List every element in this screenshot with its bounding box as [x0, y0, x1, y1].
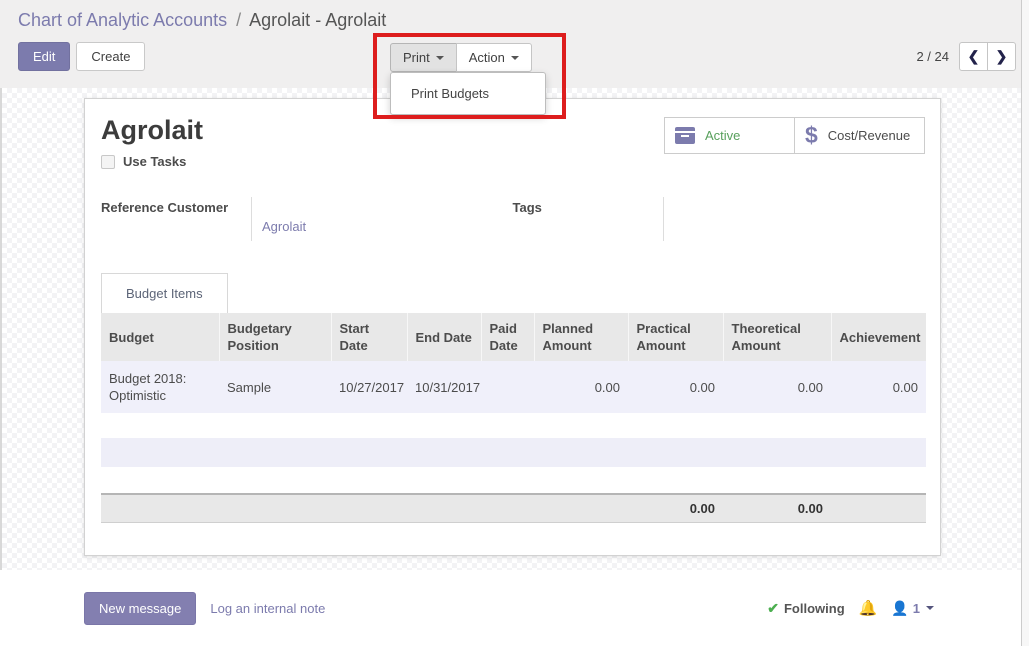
print-dropdown-button[interactable]: Print: [390, 43, 457, 72]
empty-filler-row: [101, 467, 926, 492]
cell-theoretical-amount[interactable]: 0.00: [723, 361, 831, 413]
use-tasks-field: Use Tasks: [101, 154, 924, 169]
caret-down-icon: [511, 56, 519, 60]
control-panel: Chart of Analytic Accounts / Agrolait - …: [0, 0, 1029, 88]
table-footer: 0.00 0.00: [101, 493, 926, 523]
following-label: Following: [784, 601, 845, 616]
breadcrumb-current: Agrolait - Agrolait: [249, 10, 386, 30]
form-buttons: Edit Create: [18, 42, 145, 71]
empty-filler-row: [101, 438, 926, 467]
cell-budgetary-position[interactable]: Sample: [219, 361, 331, 413]
tags-value: [663, 197, 925, 241]
new-message-button[interactable]: New message: [84, 592, 196, 625]
bell-icon[interactable]: 🔔: [859, 599, 878, 617]
breadcrumb-separator: /: [232, 10, 245, 30]
col-header-practical-amount: Practical Amount: [628, 313, 723, 361]
table-row[interactable]: Budget 2018: Optimistic Sample 10/27/201…: [101, 361, 926, 413]
reference-customer-field: Reference Customer Agrolait: [101, 197, 513, 241]
cell-end-date[interactable]: 10/31/2017: [407, 361, 481, 413]
col-header-budget: Budget: [101, 313, 219, 361]
footer-sum-theoretical: 0.00: [723, 494, 831, 522]
scrollbar[interactable]: [1021, 0, 1029, 646]
following-toggle[interactable]: ✔ Following: [767, 600, 844, 617]
person-icon: 👤: [891, 600, 908, 617]
action-dropdown-label: Action: [469, 50, 505, 65]
notebook: Budget Items Budget Budgetary Position S…: [101, 273, 924, 523]
chevron-right-icon: ❯: [996, 48, 1008, 65]
breadcrumb-parent-link[interactable]: Chart of Analytic Accounts: [18, 10, 227, 30]
cell-start-date[interactable]: 10/27/2017: [331, 361, 407, 413]
reference-customer-label: Reference Customer: [101, 197, 251, 241]
cell-paid-date[interactable]: [481, 361, 534, 413]
action-dropdown-button[interactable]: Action: [456, 43, 532, 72]
reference-customer-link[interactable]: Agrolait: [262, 219, 306, 234]
cell-achievement[interactable]: 0.00: [831, 361, 926, 413]
follower-count: 1: [913, 601, 920, 616]
table-header-row: Budget Budgetary Position Start Date End…: [101, 313, 926, 361]
pager-next-button[interactable]: ❯: [987, 42, 1016, 71]
form-sheet: Active $ Cost/Revenue Agrolait Use Tasks…: [84, 98, 941, 556]
archive-icon: [675, 127, 695, 144]
tags-label: Tags: [513, 197, 663, 241]
tab-budget-items[interactable]: Budget Items: [101, 273, 228, 313]
print-dropdown-label: Print: [403, 50, 430, 65]
tags-field: Tags: [513, 197, 925, 241]
col-header-planned-amount: Planned Amount: [534, 313, 628, 361]
followers-dropdown[interactable]: 👤 1: [891, 600, 934, 617]
active-stat-label: Active: [705, 128, 740, 143]
footer-sum-practical: 0.00: [628, 494, 723, 522]
col-header-achievement: Achievement: [831, 313, 926, 361]
odoo-form-view: Chart of Analytic Accounts / Agrolait - …: [0, 0, 1029, 646]
chatter: New message Log an internal note ✔ Follo…: [0, 570, 1029, 646]
empty-filler-row: [101, 413, 926, 438]
caret-down-icon: [436, 56, 444, 60]
col-header-end-date: End Date: [407, 313, 481, 361]
cell-practical-amount[interactable]: 0.00: [628, 361, 723, 413]
use-tasks-checkbox[interactable]: [101, 155, 115, 169]
cost-revenue-stat-label: Cost/Revenue: [828, 128, 910, 143]
menu-item-print-budgets[interactable]: Print Budgets: [391, 78, 545, 109]
pager: 2 / 24 ❮ ❯: [916, 42, 1016, 71]
stat-buttons: Active $ Cost/Revenue: [664, 117, 925, 154]
use-tasks-label: Use Tasks: [123, 154, 186, 169]
cell-budget[interactable]: Budget 2018: Optimistic: [101, 361, 219, 413]
print-dropdown-menu: Print Budgets: [390, 72, 546, 115]
active-stat-button[interactable]: Active: [664, 117, 795, 154]
pager-previous-button[interactable]: ❮: [959, 42, 988, 71]
check-icon: ✔: [767, 600, 779, 617]
pager-value[interactable]: 2 / 24: [916, 49, 949, 64]
col-header-start-date: Start Date: [331, 313, 407, 361]
field-groups: Reference Customer Agrolait Tags: [101, 197, 924, 241]
col-header-theoretical-amount: Theoretical Amount: [723, 313, 831, 361]
breadcrumb: Chart of Analytic Accounts / Agrolait - …: [18, 10, 1011, 31]
col-header-paid-date: Paid Date: [481, 313, 534, 361]
budget-items-table: Budget Budgetary Position Start Date End…: [101, 313, 926, 492]
log-internal-note-link[interactable]: Log an internal note: [210, 601, 325, 616]
edit-button[interactable]: Edit: [18, 42, 70, 71]
cell-planned-amount[interactable]: 0.00: [534, 361, 628, 413]
form-content-area: Active $ Cost/Revenue Agrolait Use Tasks…: [0, 88, 1029, 570]
table-footer-row: 0.00 0.00: [101, 494, 926, 522]
chevron-left-icon: ❮: [968, 48, 980, 65]
caret-down-icon: [926, 606, 934, 610]
create-button[interactable]: Create: [76, 42, 145, 71]
cost-revenue-stat-button[interactable]: $ Cost/Revenue: [794, 117, 925, 154]
dollar-icon: $: [805, 124, 818, 147]
action-dropdowns: Print Action: [390, 43, 532, 72]
col-header-budgetary-position: Budgetary Position: [219, 313, 331, 361]
